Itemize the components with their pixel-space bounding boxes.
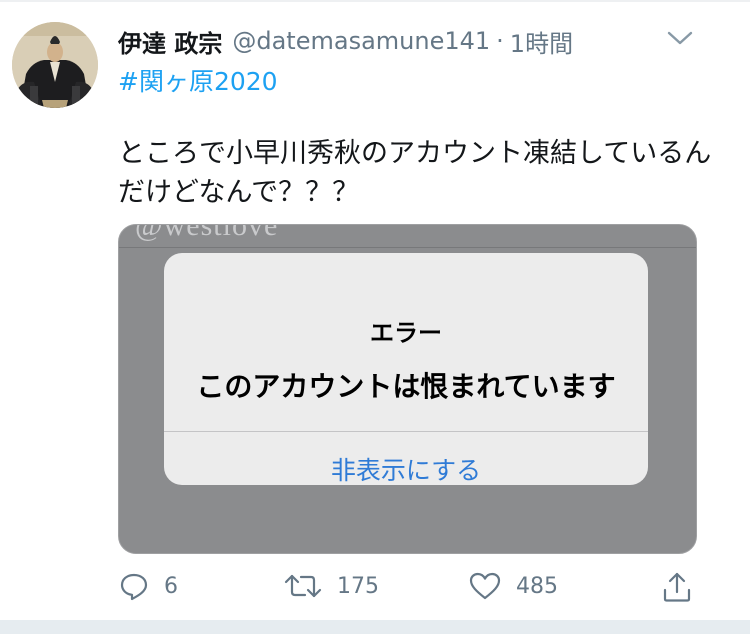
tweet[interactable]: 伊達 政宗 @datemasamune141 · 1時間 #関ヶ原2020 とこ… (0, 0, 750, 620)
error-alert-dialog: エラー このアカウントは恨まれています 非表示にする (164, 253, 648, 485)
image-divider (119, 247, 696, 248)
display-name[interactable]: 伊達 政宗 (118, 24, 222, 59)
chevron-down-icon[interactable] (664, 26, 696, 52)
hashtag-link[interactable]: #関ヶ原2020 (118, 62, 278, 98)
tweet-actions: 6 175 485 (0, 560, 750, 616)
retweet-button[interactable]: 175 (283, 570, 379, 602)
timestamp[interactable]: 1時間 (510, 24, 573, 59)
tweet-text: ところで小早川秀秋のアカウント凍結しているん だけどなんで？？？ (118, 134, 718, 212)
share-button[interactable] (660, 570, 694, 604)
image-watermark: @westlove (135, 224, 279, 242)
user-handle[interactable]: @datemasamune141 (232, 27, 490, 55)
tweet-header: 伊達 政宗 @datemasamune141 · 1時間 (118, 23, 573, 59)
alert-message: このアカウントは恨まれています (196, 370, 616, 403)
like-icon (469, 572, 501, 600)
retweet-count: 175 (337, 573, 379, 599)
tweet-text-line: ところで小早川秀秋のアカウント凍結しているん (118, 138, 712, 169)
hide-button: 非表示にする (330, 456, 482, 485)
avatar[interactable] (12, 22, 98, 108)
alert-divider (164, 431, 648, 432)
tweet-text-line: だけどなんで？？？ (118, 177, 360, 208)
samurai-portrait-icon (12, 22, 98, 108)
separator-dot: · (496, 27, 504, 55)
retweet-icon (284, 574, 322, 598)
share-icon (663, 572, 691, 602)
like-button[interactable]: 485 (468, 570, 558, 602)
reply-count: 6 (164, 573, 178, 599)
like-count: 485 (516, 573, 558, 599)
reply-button[interactable]: 6 (118, 570, 178, 602)
reply-icon (120, 573, 148, 601)
media-image[interactable]: @westlove エラー このアカウントは恨まれています 非表示にする (118, 224, 697, 554)
alert-title: エラー (370, 319, 442, 347)
timeline-separator (0, 620, 750, 634)
